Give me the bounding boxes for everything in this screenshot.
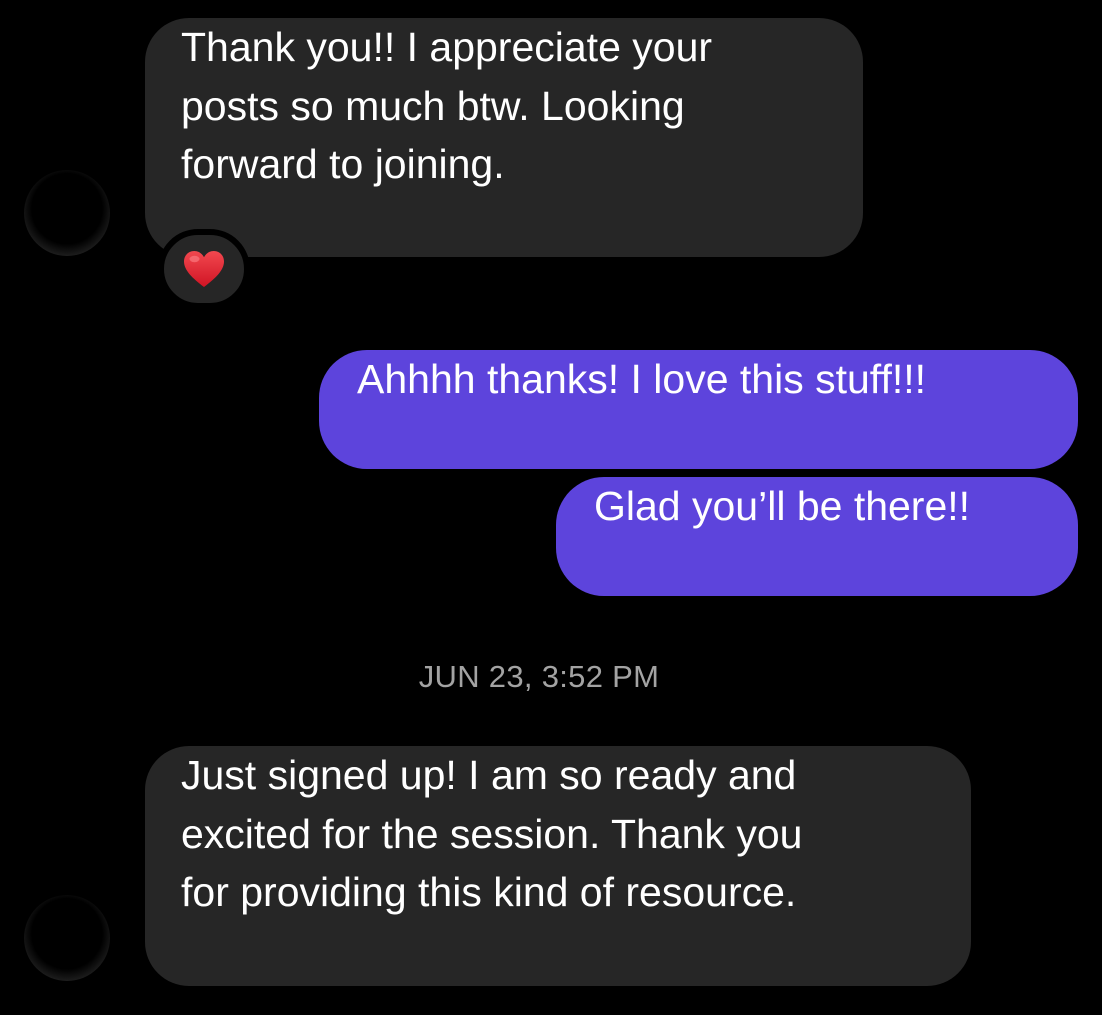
message-text-line: forward to joining. (181, 141, 505, 187)
message-text-line: Just signed up! I am so ready and (181, 752, 797, 798)
message-text-line: posts so much btw. Looking (181, 82, 685, 129)
sender-avatar[interactable] (24, 895, 110, 981)
outgoing-message-bubble[interactable]: Glad you’ll be there!! (556, 477, 1078, 596)
timestamp-divider: JUN 23, 3:52 PM (418, 659, 660, 694)
heart-icon (184, 251, 224, 287)
message-text-line: Thank you!! I appreciate your (181, 24, 713, 70)
message-reaction[interactable] (158, 229, 250, 309)
message-text-line: for providing this kind of resource. (181, 869, 797, 915)
incoming-message-bubble[interactable]: Just signed up! I am so ready and excite… (145, 746, 971, 986)
sender-avatar[interactable] (24, 170, 110, 256)
message-text-line: Ahhhh thanks! I love this stuff!!! (357, 356, 927, 402)
incoming-message-bubble[interactable]: Thank you!! I appreciate your posts so m… (145, 18, 863, 257)
message-text-line: Glad you’ll be there!! (594, 483, 971, 529)
message-text-line: excited for the session. Thank you (181, 810, 803, 857)
outgoing-message-bubble[interactable]: Ahhhh thanks! I love this stuff!!! (319, 350, 1078, 469)
